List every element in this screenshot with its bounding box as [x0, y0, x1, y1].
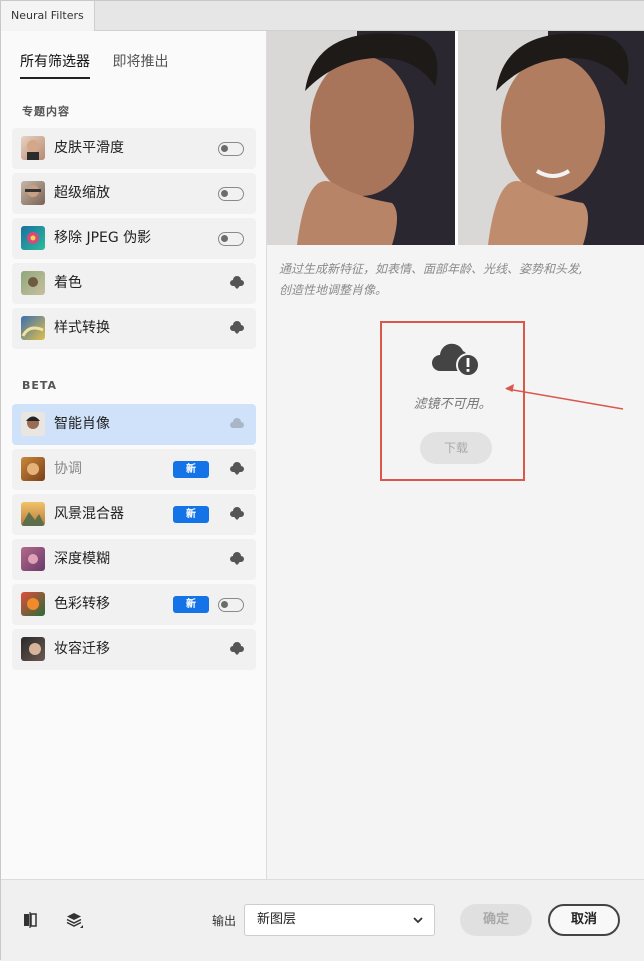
output-select[interactable]: 新图层 [244, 904, 435, 936]
window-tab[interactable]: Neural Filters [1, 1, 95, 31]
dialog-footer: 输出 新图层 确定 取消 [1, 879, 644, 961]
new-badge: 新 [173, 506, 209, 523]
filter-label: 协调 [54, 461, 82, 477]
filter-label: 深度模糊 [54, 551, 110, 567]
download-button[interactable]: 下载 [420, 432, 492, 464]
layers-icon[interactable] [65, 911, 83, 929]
annotation-arrow [505, 384, 624, 410]
filter-item-makeup-transfer[interactable]: 妆容迁移 [12, 629, 256, 670]
filter-label: 样式转换 [54, 320, 110, 336]
cloud-icon [230, 418, 244, 428]
filter-thumbnail [21, 502, 45, 526]
filter-thumbnail [21, 136, 45, 160]
filter-thumbnail [21, 412, 45, 436]
filter-item-style-transfer[interactable]: 样式转换 [12, 308, 256, 349]
filter-item-colorize[interactable]: 着色 [12, 263, 256, 304]
compare-view-icon[interactable] [21, 911, 39, 929]
filter-label: 风景混合器 [54, 506, 124, 522]
cancel-button[interactable]: 取消 [548, 904, 620, 936]
filter-item-depth-blur[interactable]: 深度模糊 [12, 539, 256, 580]
cloud-download-icon[interactable] [229, 462, 245, 476]
output-select-value: 新图层 [257, 912, 297, 927]
filter-tabs: 所有筛选器 即将推出 [20, 51, 186, 79]
section-beta-heading: BETA [22, 379, 58, 392]
cloud-download-icon[interactable] [229, 276, 245, 290]
filter-thumbnail [21, 547, 45, 571]
filter-label: 妆容迁移 [54, 641, 110, 657]
cloud-download-icon[interactable] [229, 642, 245, 656]
filter-item-color-transfer[interactable]: 色彩转移 新 [12, 584, 256, 625]
ok-button[interactable]: 确定 [460, 904, 532, 936]
filter-thumbnail [21, 316, 45, 340]
filter-item-landscape-mixer[interactable]: 风景混合器 新 [12, 494, 256, 535]
filter-toggle[interactable] [218, 142, 244, 156]
filter-thumbnail [21, 637, 45, 661]
filter-item-smart-portrait[interactable]: 智能肖像 [12, 404, 256, 445]
filter-toggle[interactable] [218, 232, 244, 246]
filter-label: 皮肤平滑度 [54, 140, 124, 156]
filter-thumbnail [21, 271, 45, 295]
new-badge: 新 [173, 461, 209, 478]
tab-coming-soon[interactable]: 即将推出 [112, 51, 168, 77]
tab-all-filters[interactable]: 所有筛选器 [20, 51, 90, 79]
filter-detail-panel: 通过生成新特征，如表情、面部年龄、光线、姿势和头发, 创造性地调整肖像。 滤镜不… [267, 31, 644, 879]
filter-item-jpeg-artifact-removal[interactable]: 移除 JPEG 伪影 [12, 218, 256, 259]
filter-thumbnail [21, 181, 45, 205]
cloud-download-icon[interactable] [229, 507, 245, 521]
filter-item-harmonization[interactable]: 协调 新 [12, 449, 256, 490]
filter-label: 超级缩放 [54, 185, 110, 201]
section-featured-heading: 专题内容 [22, 105, 70, 118]
filter-item-super-zoom[interactable]: 超级缩放 [12, 173, 256, 214]
filter-label: 着色 [54, 275, 82, 291]
filter-thumbnail [21, 226, 45, 250]
filter-label: 智能肖像 [54, 416, 110, 432]
filter-label: 移除 JPEG 伪影 [54, 230, 152, 246]
filter-thumbnail [21, 592, 45, 616]
title-bar: Neural Filters [1, 1, 644, 31]
cloud-download-icon[interactable] [229, 552, 245, 566]
filter-item-skin-smoothing[interactable]: 皮肤平滑度 [12, 128, 256, 169]
filter-list-panel: 所有筛选器 即将推出 专题内容 皮肤平滑度 超级缩放 移除 JPEG 伪影 着色… [1, 31, 267, 879]
chevron-down-icon [413, 917, 423, 924]
filter-toggle[interactable] [218, 187, 244, 201]
neural-filters-window: Neural Filters 所有筛选器 即将推出 专题内容 皮肤平滑度 超级缩… [0, 0, 644, 961]
cloud-download-icon[interactable] [229, 321, 245, 335]
filter-thumbnail [21, 457, 45, 481]
filter-toggle[interactable] [218, 598, 244, 612]
new-badge: 新 [173, 596, 209, 613]
filter-label: 色彩转移 [54, 596, 110, 612]
output-label: 输出 [212, 914, 237, 928]
